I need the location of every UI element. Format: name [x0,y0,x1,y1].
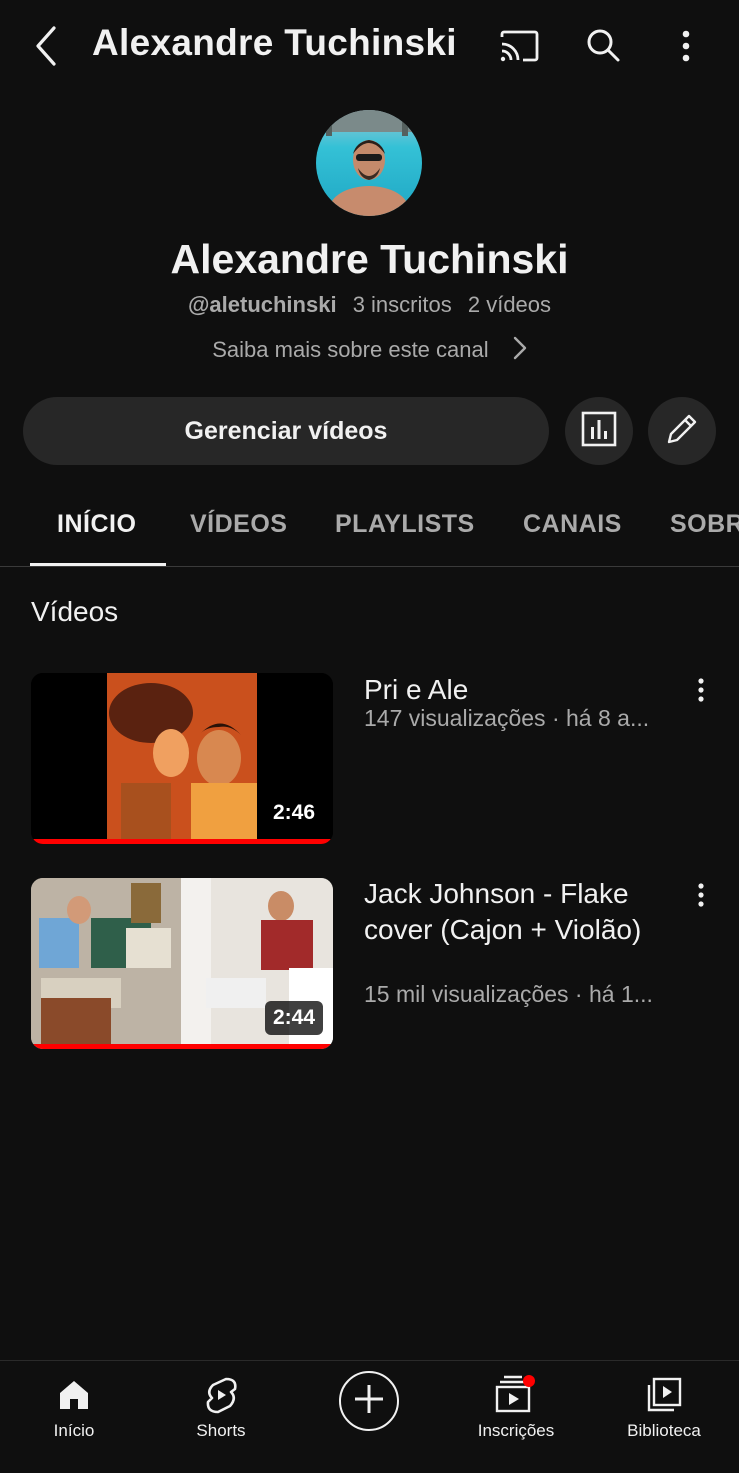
chevron-right-icon [513,336,527,366]
top-bar-title: Alexandre Tuchinski [92,22,457,63]
tab-videos[interactable]: VÍDEOS [190,510,287,539]
search-icon[interactable] [582,24,624,66]
back-arrow-icon[interactable] [24,22,68,70]
watched-progress-bar [31,1044,333,1049]
shorts-icon [147,1375,295,1415]
video-more-icon[interactable] [690,880,712,910]
channel-meta: @aletuchinski 3 inscritos 2 vídeos [0,292,739,318]
manage-videos-button[interactable]: Gerenciar vídeos [23,397,549,465]
video-title[interactable]: Pri e Ale [364,672,664,708]
nav-item-shorts[interactable]: Shorts [147,1361,295,1473]
watched-progress-bar [31,839,333,844]
video-duration: 2:44 [264,1001,323,1035]
about-channel-link[interactable]: Saiba mais sobre este canal [0,336,739,366]
subscriptions-icon [442,1375,590,1415]
home-icon [0,1375,148,1415]
video-meta: 147 visualizações · há 8 a... [364,705,650,731]
tab-sobre[interactable]: SOBRE [670,510,739,539]
cast-icon[interactable] [496,26,542,66]
library-icon [590,1375,738,1415]
about-channel-label: Saiba mais sobre este canal [212,336,489,362]
video-duration: 2:46 [264,796,323,830]
active-tab-indicator [30,563,166,566]
video-meta: 15 mil visualizações · há 1... [364,981,653,1007]
channel-tabs: INÍCIO VÍDEOS PLAYLISTS CANAIS SOBRE [0,490,739,567]
tab-canais[interactable]: CANAIS [523,510,622,539]
nav-label: Início [53,1421,95,1440]
more-vert-icon[interactable] [672,26,700,66]
nav-item-inscricoes[interactable]: Inscrições [442,1361,590,1473]
section-title: Vídeos [31,596,119,627]
video-thumbnail[interactable]: 2:44 [31,878,333,1049]
nav-label: Inscrições [477,1421,555,1440]
nav-item-biblioteca[interactable]: Biblioteca [590,1361,738,1473]
analytics-button[interactable] [565,397,633,465]
channel-name: Alexandre Tuchinski [170,236,569,282]
video-title[interactable]: Jack Johnson - Flake cover (Cajon + Viol… [364,876,664,948]
tab-playlists[interactable]: PLAYLISTS [335,510,475,539]
video-more-icon[interactable] [690,675,712,705]
channel-handle: @aletuchinski [187,292,337,317]
create-button[interactable] [339,1371,399,1431]
video-thumbnail[interactable]: 2:46 [31,673,333,844]
nav-label: Biblioteca [627,1421,701,1440]
edit-channel-button[interactable] [648,397,716,465]
create-plus-icon [352,1382,386,1421]
subscriber-count: 3 inscritos [352,292,452,317]
nav-label: Shorts [196,1421,246,1440]
nav-item-inicio[interactable]: Início [0,1361,148,1473]
analytics-icon [581,411,617,452]
pencil-icon [664,411,700,452]
tab-inicio[interactable]: INÍCIO [57,510,136,539]
channel-avatar[interactable] [316,110,422,216]
top-app-bar: Alexandre Tuchinski [0,0,739,92]
video-count: 2 vídeos [467,292,552,317]
